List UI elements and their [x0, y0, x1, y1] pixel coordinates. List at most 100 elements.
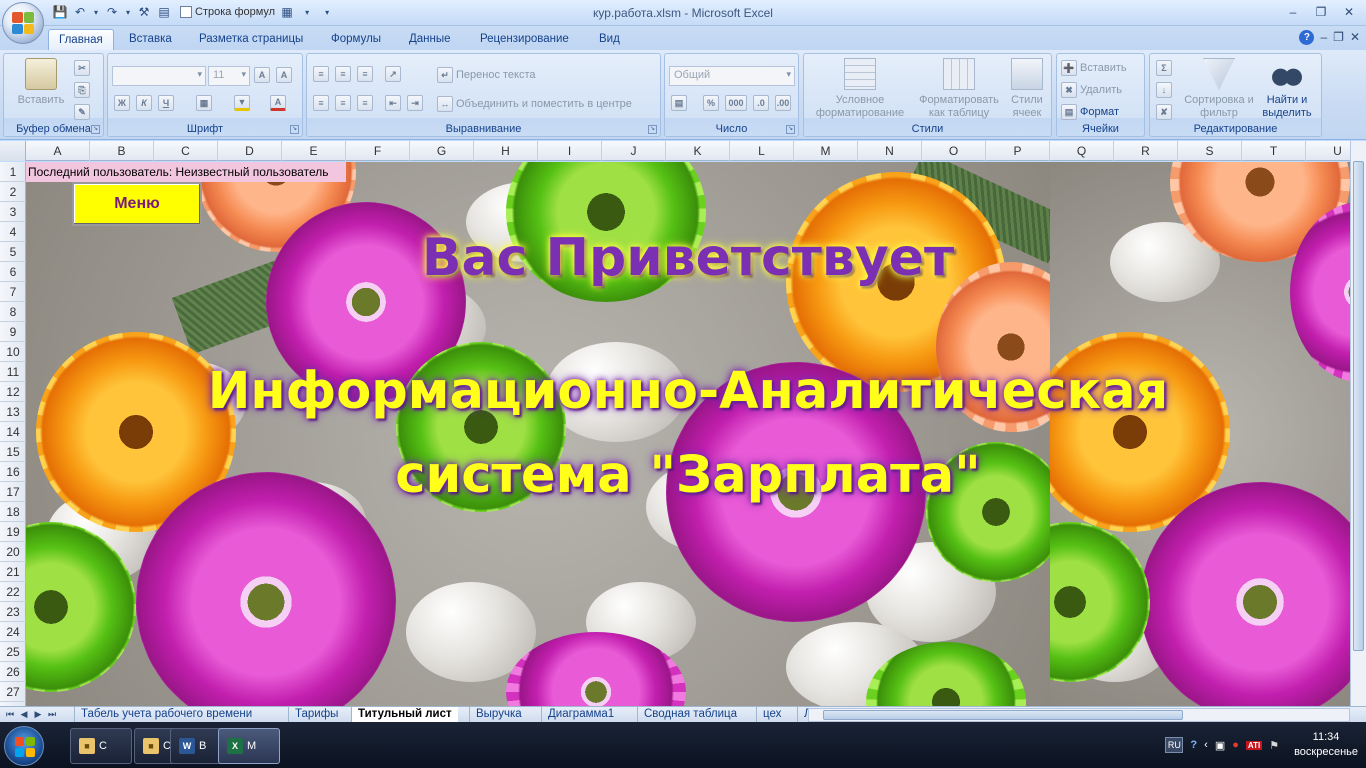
align-bottom-button[interactable]: ≡ — [357, 66, 373, 82]
antivirus-icon[interactable]: ● — [1232, 739, 1239, 751]
row-header[interactable]: 25 — [0, 642, 26, 662]
restore-icon[interactable]: ❐ — [1308, 3, 1334, 21]
decrease-decimal-button[interactable]: .00 — [775, 95, 791, 111]
column-header[interactable]: P — [986, 141, 1050, 161]
find-select-button[interactable]: Найти и выделить — [1254, 58, 1320, 120]
row-header[interactable]: 12 — [0, 382, 26, 402]
number-launcher-icon[interactable]: ↘ — [786, 125, 795, 134]
bold-button[interactable]: Ж — [114, 95, 130, 111]
column-header[interactable]: M — [794, 141, 858, 161]
conditional-formatting-button[interactable]: Условное форматирование — [806, 58, 914, 120]
language-indicator[interactable]: RU — [1165, 737, 1184, 753]
underline-button[interactable]: Ч — [158, 95, 174, 111]
row-header[interactable]: 8 — [0, 302, 26, 322]
row-header[interactable]: 20 — [0, 542, 26, 562]
help-icon[interactable]: ? — [1299, 30, 1315, 45]
column-header[interactable]: H — [474, 141, 538, 161]
wrap-text-button[interactable]: ↵ Перенос текста — [437, 67, 536, 83]
sort-filter-button[interactable]: Сортировка и фильтр — [1184, 58, 1254, 120]
decrease-indent-button[interactable]: ⇤ — [385, 95, 401, 111]
cut-button[interactable]: ✂ — [74, 60, 90, 76]
ati-icon[interactable]: ATI — [1245, 740, 1263, 750]
start-button[interactable] — [4, 726, 44, 766]
row-header[interactable]: 15 — [0, 442, 26, 462]
sheet-tab[interactable]: Диаграмма1 — [541, 707, 620, 723]
column-header[interactable]: O — [922, 141, 986, 161]
column-header[interactable]: K — [666, 141, 730, 161]
flag-icon[interactable]: ⚑ — [1269, 739, 1279, 752]
row-header[interactable]: 27 — [0, 682, 26, 702]
first-sheet-icon[interactable]: ⏮ — [4, 708, 16, 721]
grow-font-button[interactable]: A — [254, 67, 270, 83]
row-header[interactable]: 1 — [0, 162, 26, 182]
fill-color-button[interactable]: ▼ — [234, 95, 250, 111]
horizontal-scrollbar[interactable] — [808, 708, 1350, 722]
shrink-font-button[interactable]: A — [276, 67, 292, 83]
column-header[interactable]: A — [26, 141, 90, 161]
delete-cells-button[interactable]: ✖ Удалить — [1061, 82, 1122, 98]
sheet-tab[interactable]: Тарифы — [288, 707, 344, 723]
tab-view[interactable]: Вид — [589, 29, 630, 50]
row-header[interactable]: 24 — [0, 622, 26, 642]
vertical-scroll-thumb[interactable] — [1353, 161, 1364, 651]
row-header[interactable]: 11 — [0, 362, 26, 382]
row-header[interactable]: 16 — [0, 462, 26, 482]
ribbon-minimize-icon[interactable]: – — [1320, 30, 1327, 45]
cell-styles-button[interactable]: Стили ячеек — [1004, 58, 1050, 120]
format-as-table-button[interactable]: Форматировать как таблицу — [910, 58, 1008, 120]
increase-indent-button[interactable]: ⇥ — [407, 95, 423, 111]
row-header[interactable]: 3 — [0, 202, 26, 222]
menu-button[interactable]: Меню — [72, 182, 202, 226]
tray-expand-icon[interactable]: ‹ — [1204, 739, 1208, 751]
align-center-button[interactable]: ≡ — [335, 95, 351, 111]
column-header[interactable]: E — [282, 141, 346, 161]
row-header[interactable]: 21 — [0, 562, 26, 582]
borders-button[interactable]: ▦ — [196, 95, 212, 111]
row-header[interactable]: 6 — [0, 262, 26, 282]
copy-button[interactable]: ⎘ — [74, 82, 90, 98]
sheet-tab[interactable]: цех — [756, 707, 787, 723]
help-tray-icon[interactable]: ? — [1190, 739, 1197, 751]
autosum-button[interactable]: Σ — [1156, 60, 1172, 76]
ribbon-close-icon[interactable]: ✕ — [1350, 30, 1360, 45]
font-color-button[interactable]: A — [270, 95, 286, 111]
alignment-launcher-icon[interactable]: ↘ — [648, 125, 657, 134]
column-header[interactable]: I — [538, 141, 602, 161]
align-middle-button[interactable]: ≡ — [335, 66, 351, 82]
prev-sheet-icon[interactable]: ◀ — [18, 708, 30, 721]
column-header[interactable]: S — [1178, 141, 1242, 161]
row-header[interactable]: 26 — [0, 662, 26, 682]
tab-insert[interactable]: Вставка — [119, 29, 182, 50]
fill-button[interactable]: ↓ — [1156, 82, 1172, 98]
row-header[interactable]: 23 — [0, 602, 26, 622]
worksheet[interactable]: Последний пользователь: Неизвестный поль… — [26, 162, 1350, 706]
close-icon[interactable]: ✕ — [1336, 3, 1362, 21]
tab-home[interactable]: Главная — [48, 29, 114, 50]
row-header[interactable]: 17 — [0, 482, 26, 502]
network-icon[interactable]: ▣ — [1215, 739, 1225, 752]
increase-decimal-button[interactable]: .0 — [753, 95, 769, 111]
vertical-scrollbar[interactable] — [1350, 141, 1366, 706]
row-header[interactable]: 7 — [0, 282, 26, 302]
clock[interactable]: 11:34 воскресенье — [1294, 730, 1358, 760]
column-header[interactable]: L — [730, 141, 794, 161]
row-header[interactable]: 18 — [0, 502, 26, 522]
percent-button[interactable]: % — [703, 95, 719, 111]
column-header[interactable]: Q — [1050, 141, 1114, 161]
row-header[interactable]: 19 — [0, 522, 26, 542]
tab-review[interactable]: Рецензирование — [470, 29, 579, 50]
row-header[interactable]: 9 — [0, 322, 26, 342]
taskbar-item-excel[interactable]: X М — [218, 728, 280, 764]
align-right-button[interactable]: ≡ — [357, 95, 373, 111]
tab-data[interactable]: Данные — [399, 29, 461, 50]
row-header[interactable]: 2 — [0, 182, 26, 202]
paste-button[interactable]: Вставить — [10, 58, 72, 107]
column-header[interactable]: J — [602, 141, 666, 161]
format-cells-button[interactable]: ▤ Формат — [1061, 104, 1119, 120]
column-header[interactable]: B — [90, 141, 154, 161]
row-header[interactable]: 5 — [0, 242, 26, 262]
column-header[interactable]: G — [410, 141, 474, 161]
cell-a1-last-user[interactable]: Последний пользователь: Неизвестный поль… — [26, 162, 346, 182]
format-painter-button[interactable]: ✎ — [74, 104, 90, 120]
row-header[interactable]: 14 — [0, 422, 26, 442]
